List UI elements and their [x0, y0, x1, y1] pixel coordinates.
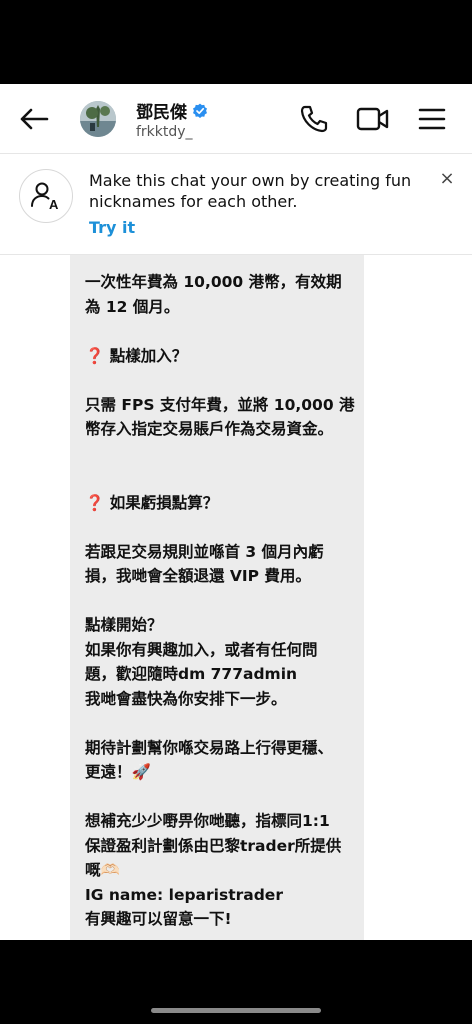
menu-button[interactable] [414, 101, 450, 137]
chat-screen: 鄧民傑 frkktdy_ A Make this chat your own b… [0, 84, 472, 940]
svg-text:A: A [49, 197, 59, 212]
status-bar [0, 0, 472, 84]
close-icon[interactable]: × [437, 168, 457, 189]
name-row[interactable]: 鄧民傑 [136, 98, 208, 123]
person-a-icon: A [19, 169, 73, 223]
video-call-button[interactable] [355, 101, 391, 137]
hamburger-menu-icon [418, 108, 446, 130]
system-nav-bar [0, 940, 472, 1024]
phone-icon [300, 105, 328, 133]
avatar[interactable] [80, 101, 116, 137]
arrow-left-icon [20, 108, 49, 130]
chat-header: 鄧民傑 frkktdy_ [0, 84, 472, 154]
back-button[interactable] [14, 100, 54, 138]
verified-badge-icon [193, 103, 207, 118]
try-it-link[interactable]: Try it [89, 218, 135, 237]
username[interactable]: frkktdy_ [136, 124, 193, 140]
banner-text: Make this chat your own by creating fun … [89, 171, 412, 211]
call-button[interactable] [296, 101, 332, 137]
message-text: 一次性年費為 10,000 港幣，有效期 為 12 個月。 ❓ 點樣加入？ 只需… [85, 273, 355, 928]
video-camera-icon [356, 107, 389, 131]
nickname-banner: A Make this chat your own by creating fu… [0, 154, 472, 255]
home-indicator[interactable] [151, 1008, 321, 1013]
display-name: 鄧民傑 [136, 103, 187, 123]
